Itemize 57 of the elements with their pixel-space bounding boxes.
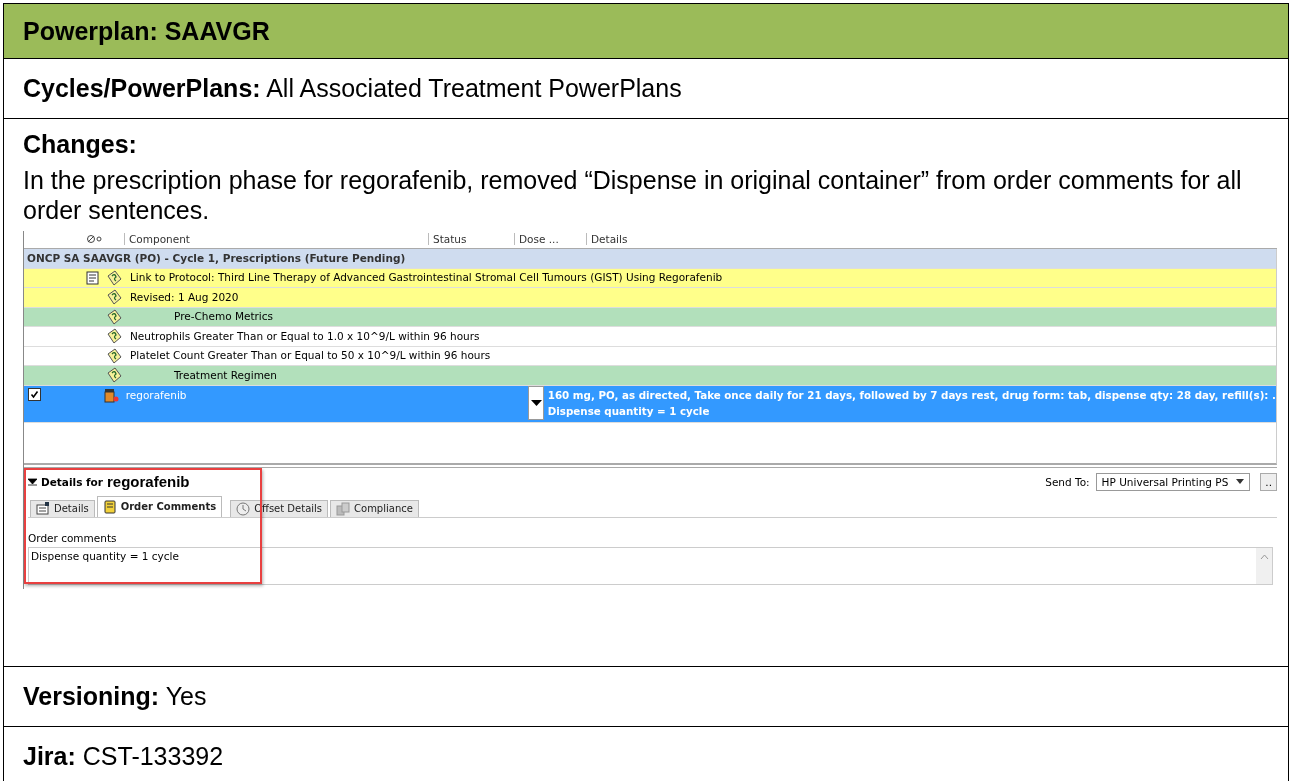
dropdown-button[interactable] bbox=[528, 385, 544, 420]
order-row[interactable]: Revised: 1 Aug 2020 bbox=[24, 288, 1276, 308]
document-icon bbox=[86, 270, 100, 285]
more-button[interactable]: .. bbox=[1260, 472, 1277, 491]
order-row[interactable]: Link to Protocol: Third Line Therapy of Advanced Gastrointestinal Stromal Cell Tumours (GIST) Using Regorafenib bbox=[24, 268, 1276, 288]
medication-name: regorafenib bbox=[124, 387, 188, 403]
note-icon bbox=[106, 308, 122, 325]
row-text: Platelet Count Greater Than or Equal to 50 x 10^9/L within 96 hours bbox=[129, 348, 492, 364]
scrollbar[interactable] bbox=[1256, 547, 1272, 584]
row-text: Pre-Chemo Metrics bbox=[173, 309, 275, 325]
order-comments-field[interactable]: Dispense quantity = 1 cycle bbox=[28, 546, 1273, 585]
caret-icon bbox=[530, 399, 542, 406]
column-header[interactable]: Dose ... bbox=[514, 233, 559, 245]
note-icon bbox=[106, 367, 122, 384]
versioning-text: Versioning: Yes bbox=[23, 682, 207, 711]
send-to-label: Send To: bbox=[1045, 475, 1090, 488]
note-icon bbox=[106, 269, 122, 286]
changes-text: In the prescription phase for regorafenib, removed “Dispense in original container” from order comments for all order sentences. bbox=[23, 165, 1243, 225]
collapse-icon[interactable] bbox=[28, 477, 37, 486]
medication-title: regorafenib bbox=[107, 473, 190, 490]
tab[interactable]: Details bbox=[30, 499, 95, 517]
row-text: Neutrophils Greater Than or Equal to 1.0 x 10^9/L within 96 hours bbox=[129, 328, 481, 344]
section-title: Powerplan: SAAVGR bbox=[23, 16, 270, 46]
tab[interactable]: Order Comments bbox=[96, 495, 223, 517]
column-header[interactable]: Component bbox=[124, 233, 190, 245]
column-header[interactable]: Details bbox=[586, 233, 628, 245]
plan-header-row[interactable]: ONCP SA SAAVGR (PO) - Cycle 1, Prescriptions (Future Pending) bbox=[24, 249, 1276, 269]
details-title: Details for bbox=[41, 475, 103, 488]
column-header[interactable]: Status bbox=[428, 233, 467, 245]
scroll-up-icon bbox=[1259, 553, 1269, 560]
clock-icon bbox=[236, 501, 251, 516]
plan-name: ONCP SA SAAVGR (PO) - Cycle 1, Prescriptions (Future Pending) bbox=[27, 252, 406, 265]
caret-icon bbox=[1236, 479, 1245, 484]
jira-text: Jira: CST-133392 bbox=[23, 742, 224, 771]
order-comment-text: Dispense quantity = 1 cycle bbox=[31, 549, 179, 562]
note-icon bbox=[106, 289, 122, 306]
form-icon bbox=[36, 502, 50, 515]
note-icon bbox=[106, 328, 122, 345]
order-details-text: 160 mg, PO, as directed, Take once daily for 21 days, followed by 7 days rest, drug form: tab, dispense qty: 28 day, refill(s): . bbox=[547, 387, 1276, 403]
row-text: Revised: 1 Aug 2020 bbox=[129, 289, 239, 305]
note-icon bbox=[106, 347, 122, 364]
printer-select[interactable]: HP Universal Printing PS bbox=[1095, 472, 1251, 491]
order-row[interactable]: Pre-Chemo Metrics bbox=[24, 307, 1276, 327]
row-text: Treatment Regimen bbox=[173, 367, 278, 383]
tab[interactable]: Compliance bbox=[330, 499, 419, 517]
row-text: Link to Protocol: Third Line Therapy of Advanced Gastrointestinal Stromal Cell Tumours (GIST) Using Regorafenib bbox=[129, 270, 723, 286]
column-icon bbox=[86, 234, 104, 244]
checkbox[interactable] bbox=[28, 387, 41, 401]
order-details-text: Dispense quantity = 1 cycle bbox=[547, 403, 711, 419]
cycles-text: Cycles/PowerPlans: All Associated Treatment PowerPlans bbox=[23, 74, 682, 103]
order-row[interactable]: Treatment Regimen bbox=[24, 366, 1276, 386]
notes-icon bbox=[102, 499, 117, 514]
medication-bottle-icon bbox=[102, 387, 119, 403]
changes-label: Changes: bbox=[23, 129, 138, 160]
field-label: Order comments bbox=[28, 531, 118, 544]
order-row[interactable]: Neutrophils Greater Than or Equal to 1.0 x 10^9/L within 96 hours bbox=[24, 327, 1276, 347]
order-row[interactable]: Platelet Count Greater Than or Equal to 50 x 10^9/L within 96 hours bbox=[24, 346, 1276, 366]
